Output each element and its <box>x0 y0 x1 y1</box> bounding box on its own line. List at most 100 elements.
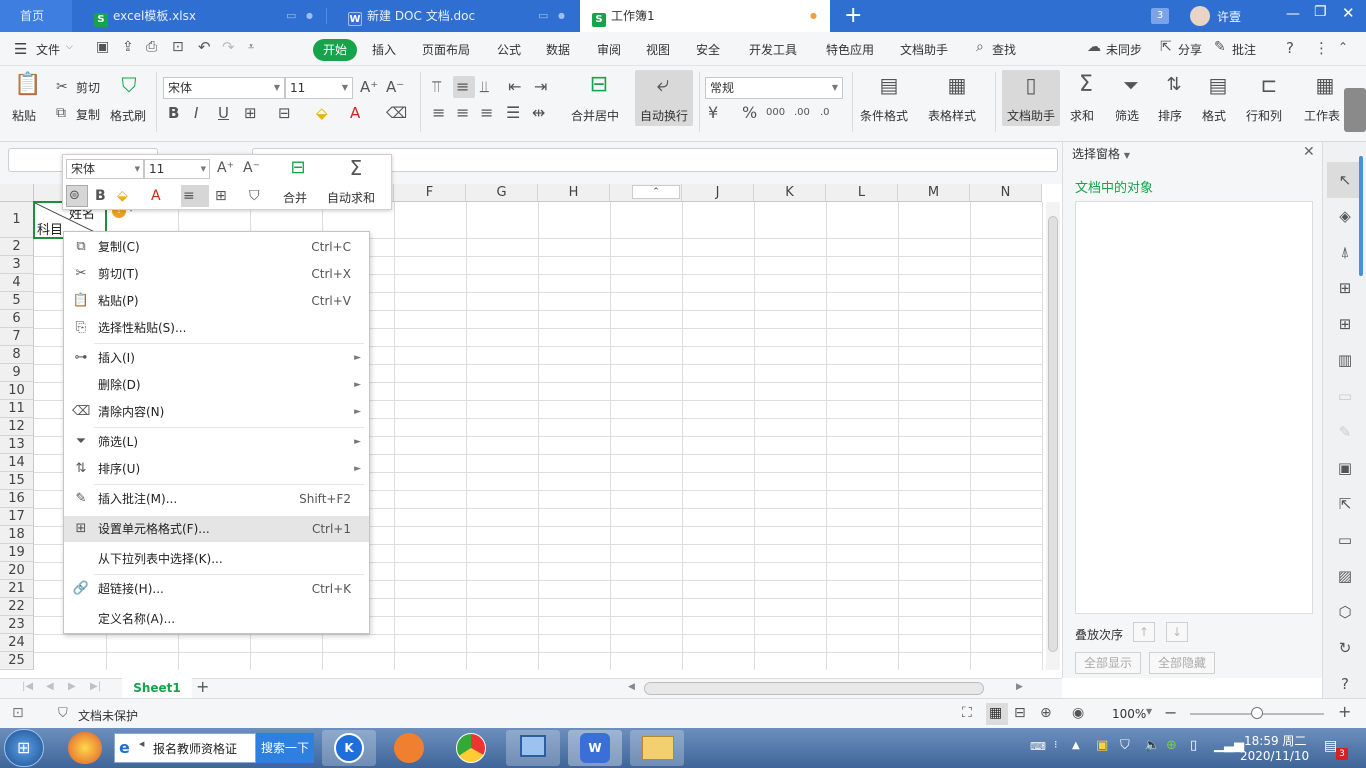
close-icon[interactable]: ✕ <box>1303 144 1315 160</box>
doc-helper-button[interactable]: 文档助手 <box>1007 107 1055 124</box>
show-all-button[interactable]: 全部显示 <box>1075 652 1141 674</box>
search-button[interactable]: 搜索一下 <box>256 733 314 763</box>
normal-view-icon[interactable]: ▦ <box>989 705 1002 721</box>
search-query[interactable]: 报名教师资格证 <box>153 740 237 757</box>
align-center-icon[interactable]: ≡ <box>456 104 469 122</box>
row-header[interactable]: 13 <box>0 436 34 454</box>
window-icon[interactable]: ▭ <box>538 0 548 32</box>
context-menu-item[interactable]: ⎘ 选择性粘贴(S)... <box>64 315 369 341</box>
row-header[interactable]: 2 <box>0 238 34 256</box>
dot-icon[interactable]: ● <box>306 0 313 32</box>
autosum-button[interactable]: 自动求和 <box>327 189 375 206</box>
paste-icon[interactable]: 📋 <box>14 74 41 102</box>
fill-pattern-icon[interactable]: ⊟ <box>278 104 291 122</box>
context-menu-item[interactable]: ⌫ 清除内容(N) ► <box>64 399 369 425</box>
clock-time[interactable]: 18:59 周二 <box>1244 732 1306 749</box>
align-middle-icon[interactable]: ≡ <box>456 78 469 96</box>
paste-button[interactable]: 粘贴 <box>12 107 36 124</box>
sum-icon[interactable]: Σ <box>343 158 369 178</box>
worksheet-icon[interactable]: ▦ <box>1312 75 1338 102</box>
column-header[interactable]: G <box>466 184 538 202</box>
gallery-icon[interactable]: ▣ <box>1335 458 1355 478</box>
row-header[interactable]: 20 <box>0 562 34 580</box>
row-header[interactable]: 8 <box>0 346 34 364</box>
menu-find[interactable]: 查找 <box>992 41 1016 58</box>
table-style-button[interactable]: 表格样式 <box>928 107 976 124</box>
tab-excel-template[interactable]: Sexcel模板.xlsx ▭ ● <box>74 0 324 32</box>
edit-icon[interactable]: ✎ <box>1335 422 1355 442</box>
filter-button[interactable]: 筛选 <box>1115 107 1139 124</box>
menu-formula[interactable]: 公式 <box>497 41 521 58</box>
vertical-scrollbar[interactable] <box>1046 202 1060 670</box>
chevron-down-icon[interactable]: ⌵ <box>66 42 73 52</box>
column-header[interactable]: ⌃ <box>610 184 682 202</box>
power-icon[interactable]: ▯ <box>1190 738 1197 753</box>
conditional-format-icon[interactable]: ▤ <box>876 75 902 102</box>
scroll-right-icon[interactable]: ▶ <box>1016 682 1023 692</box>
tray-icon-1[interactable]: ▣ <box>1096 738 1108 753</box>
undo-icon[interactable]: ↶ <box>198 38 211 56</box>
window-count-badge[interactable]: 3 <box>1151 8 1169 24</box>
column-header[interactable]: K <box>754 184 826 202</box>
row-header[interactable]: 5 <box>0 292 34 310</box>
hamburger-icon[interactable]: ☰ <box>14 40 27 58</box>
prev-sheet-icon[interactable]: ◀ <box>46 681 54 692</box>
zoom-in-icon[interactable]: + <box>1338 702 1351 721</box>
archive-icon[interactable]: ▭ <box>1335 530 1355 550</box>
row-header[interactable]: 7 <box>0 328 34 346</box>
share-icon[interactable]: ⇱ <box>1335 494 1355 514</box>
row-header[interactable]: 1 <box>0 202 34 238</box>
protection-status[interactable]: 文档未保护 <box>78 707 138 724</box>
row-header[interactable]: 22 <box>0 598 34 616</box>
dot-icon[interactable]: ● <box>558 0 565 32</box>
filter-icon[interactable]: ⏷ <box>1118 75 1144 102</box>
decrease-decimal-icon[interactable]: .0 <box>820 104 830 122</box>
horizontal-scroll-thumb[interactable] <box>644 682 984 695</box>
sum-button[interactable]: 求和 <box>1070 107 1094 124</box>
image-icon[interactable]: ▨ <box>1335 566 1355 586</box>
sum-icon[interactable]: Σ <box>1073 74 1099 102</box>
minimize-icon[interactable]: — <box>1286 6 1300 22</box>
sort-button[interactable]: 排序 <box>1158 107 1182 124</box>
menu-page-layout[interactable]: 页面布局 <box>422 41 470 58</box>
row-header[interactable]: 19 <box>0 544 34 562</box>
window-icon[interactable]: ▭ <box>286 0 296 32</box>
context-menu-item[interactable]: ⇅ 排序(U) ► <box>64 456 369 482</box>
context-menu-item[interactable]: 🔗 超链接(H)... Ctrl+K <box>64 576 369 602</box>
apps-icon[interactable]: ⊞ <box>1335 314 1355 334</box>
column-header[interactable]: L <box>826 184 898 202</box>
copy-icon[interactable]: ⧉ <box>56 104 66 122</box>
ime-icon[interactable]: ⁝ <box>1054 738 1058 751</box>
new-tab-button[interactable]: + <box>844 2 862 30</box>
sheet-tab-sheet1[interactable]: Sheet1 <box>122 678 192 698</box>
merge-button[interactable]: 合并 <box>283 189 307 206</box>
start-button[interactable]: ⊞ <box>4 729 44 767</box>
shield-tray-icon[interactable]: ⛉ <box>1120 738 1130 753</box>
row-col-icon[interactable]: ⊏ <box>1256 75 1282 102</box>
row-header[interactable]: 23 <box>0 616 34 634</box>
taskbar-app-chrome[interactable] <box>444 730 498 766</box>
percent-icon[interactable]: % <box>742 104 757 122</box>
tab-home[interactable]: 首页 <box>0 0 72 32</box>
column-header[interactable]: H <box>538 184 610 202</box>
user-name[interactable]: 许壹 <box>1217 8 1241 25</box>
copy-button[interactable]: 复制 <box>76 106 100 123</box>
scissors-icon[interactable]: ✂ <box>56 78 68 96</box>
comment-button[interactable]: 批注 <box>1232 41 1256 58</box>
wrap-text-button[interactable]: 自动换行 <box>640 107 688 124</box>
taskbar-search-box[interactable]: e ◀ 报名教师资格证 <box>114 733 256 763</box>
taskbar-app-explorer[interactable] <box>630 730 684 766</box>
pane-title[interactable]: 选择窗格 ▼ <box>1072 145 1130 162</box>
print-icon[interactable]: ⎙ <box>146 39 157 55</box>
conditional-format-button[interactable]: 条件格式 <box>860 107 908 124</box>
context-menu-item[interactable]: ✎ 插入批注(M)... Shift+F2 <box>64 486 369 512</box>
hide-all-button[interactable]: 全部隐藏 <box>1149 652 1215 674</box>
align-top-icon[interactable]: ⫪ <box>432 78 441 96</box>
search-icon[interactable]: ⌕ <box>976 39 984 55</box>
context-menu-item-format-cells[interactable]: ⊞ 设置单元格格式(F)... Ctrl+1 <box>64 516 369 542</box>
comment-icon[interactable]: ✎ <box>1214 39 1226 55</box>
format-painter-icon[interactable]: ⛉ <box>249 187 260 205</box>
app-icon-1[interactable] <box>68 732 102 764</box>
row-header[interactable]: 25 <box>0 652 34 670</box>
indent-icon[interactable]: ⇥ <box>534 78 547 96</box>
